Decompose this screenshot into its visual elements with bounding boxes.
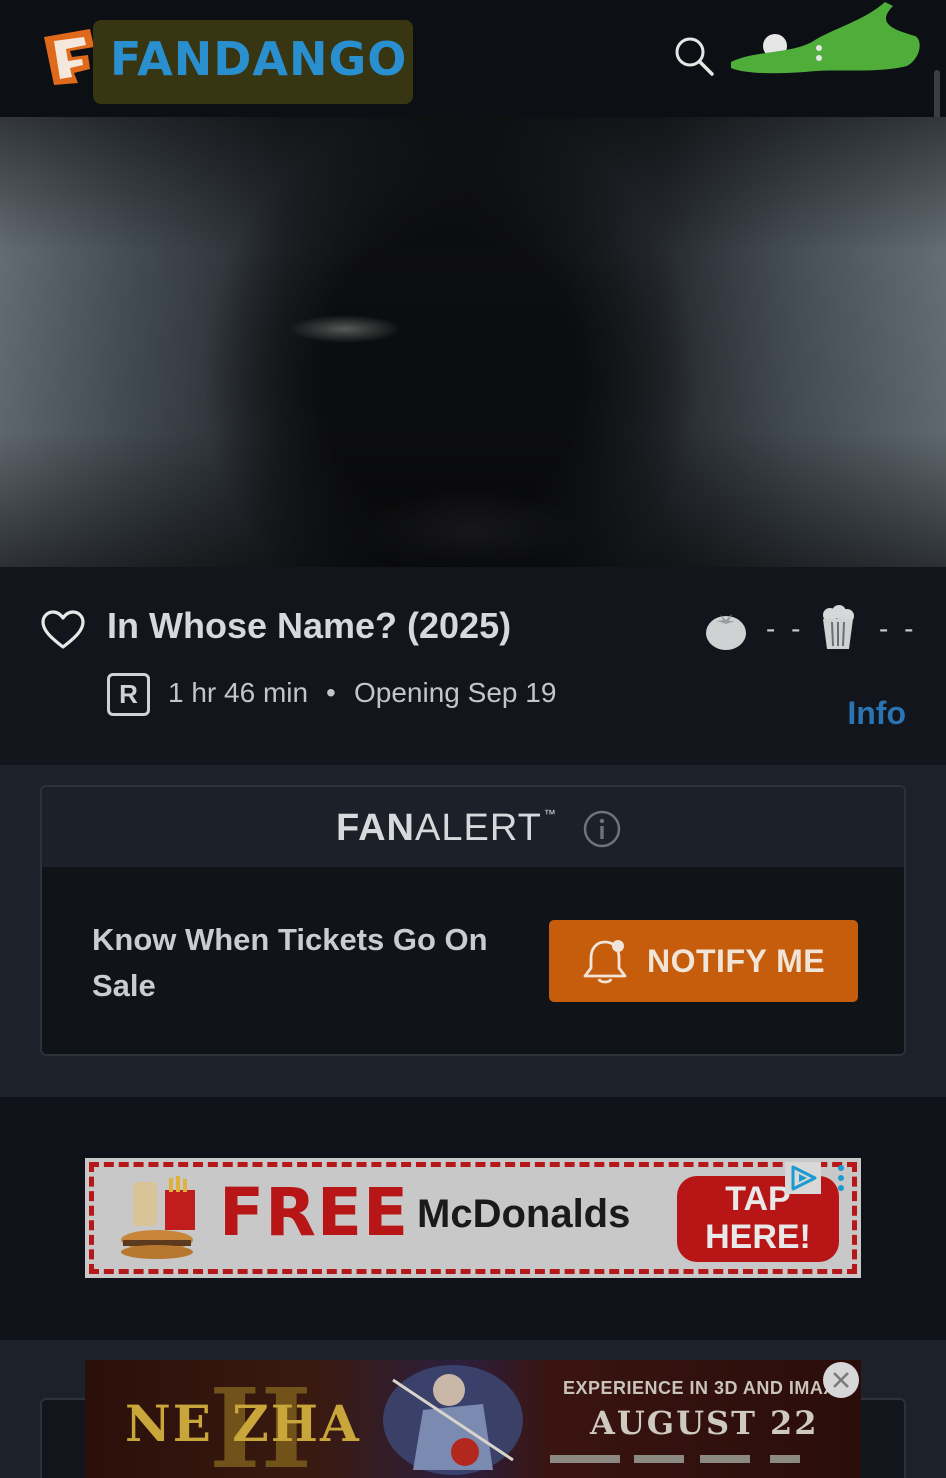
fanalert-title-bold: FAN: [336, 807, 415, 849]
popcorn-icon: [823, 605, 854, 649]
movie-title: In Whose Name? (2025): [107, 605, 512, 646]
movie-hero-image[interactable]: [0, 117, 946, 567]
top-nav-bar: FANDANGO: [0, 0, 946, 117]
promo-date: AUGUST 22: [590, 1404, 819, 1442]
ad-cta-line2: HERE!: [705, 1218, 811, 1256]
info-link[interactable]: Info: [847, 695, 906, 732]
redaction-scribble: [731, 2, 920, 74]
search-icon[interactable]: [672, 34, 716, 78]
fandango-logo-icon[interactable]: [40, 27, 98, 85]
fanalert-title-rest: ALERT: [415, 807, 542, 849]
fanalert-header: FANALERT ™: [42, 787, 904, 867]
fanalert-title: FANALERT ™: [336, 807, 557, 850]
heart-icon[interactable]: [40, 609, 86, 651]
tomato-icon: [706, 614, 746, 650]
bell-icon: [583, 940, 627, 984]
info-icon[interactable]: [582, 809, 622, 849]
adchoices-icon[interactable]: [785, 1162, 821, 1194]
fanalert-message: Know When Tickets Go On Sale: [92, 922, 488, 1003]
meal-icon: [121, 1176, 195, 1259]
ad-brand: McDonalds: [417, 1192, 631, 1236]
close-icon[interactable]: [822, 1361, 860, 1399]
tomatometer-score: - -: [766, 613, 805, 644]
ad-headline: FREE: [219, 1174, 410, 1251]
fanalert-section: FANALERT ™ Know When Tickets Go On Sale N…: [0, 765, 946, 1097]
promo-credits-logos: [550, 1455, 800, 1463]
movie-details: In Whose Name? (2025) - - - - R 1 hr 46 …: [0, 567, 946, 765]
fanalert-card: FANALERT ™ Know When Tickets Go On Sale N…: [40, 785, 906, 1056]
opening-date: Opening Sep 19: [354, 677, 557, 708]
ad-banner[interactable]: FREE McDonalds TAP HERE!: [85, 1158, 861, 1278]
brand-name[interactable]: FANDANGO: [110, 32, 407, 86]
trademark-mark: ™: [543, 807, 557, 821]
notify-me-button[interactable]: NOTIFY ME: [549, 920, 858, 1002]
ad-cta-line1: TAP: [725, 1180, 791, 1218]
ad-menu-icon[interactable]: [833, 1162, 849, 1194]
promo-experience: EXPERIENCE IN 3D AND IMAX: [563, 1378, 836, 1398]
promo-character-art: [383, 1365, 523, 1475]
page: FANDANGO In Whose Name? (2025) - - - - R…: [0, 0, 946, 1478]
mpaa-rating-badge: R: [107, 673, 150, 716]
notify-me-label: NOTIFY ME: [647, 943, 826, 979]
promo-title: NE ZHA: [125, 1394, 361, 1453]
ad-section: FREE McDonalds TAP HERE!: [0, 1097, 946, 1340]
promo-banner[interactable]: II NE ZHA EXPERIENCE IN 3D AND IMAX AUGU…: [85, 1360, 861, 1478]
section-divider: [0, 1340, 946, 1360]
audience-score: - -: [879, 613, 918, 644]
meta-separator: •: [326, 677, 336, 708]
hero-shade: [0, 117, 946, 567]
runtime: 1 hr 46 min: [168, 677, 309, 708]
